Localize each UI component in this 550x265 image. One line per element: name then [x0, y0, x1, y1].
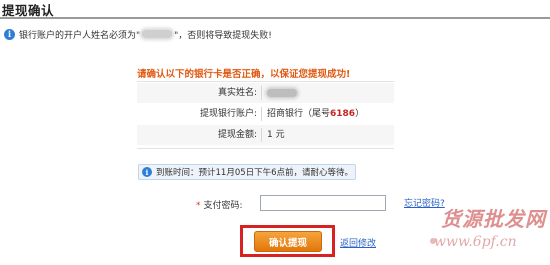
notice-text-after: "，否则将导致提现失败!	[174, 30, 272, 41]
payment-password-label: * 支付密码:	[196, 198, 243, 211]
bank-account-label: 提现银行账户:	[199, 109, 257, 119]
info-icon: i	[4, 28, 15, 40]
row-real-name: 真实姓名:	[137, 83, 394, 103]
row-divider	[261, 86, 262, 100]
name-notice: i 银行账户的开户人姓名必须为" "，否则将导致提现失败!	[4, 27, 272, 41]
real-name-value	[267, 83, 297, 103]
payment-password-text: 支付密码:	[203, 201, 243, 211]
required-mark: *	[196, 201, 201, 211]
watermark-main: 货源批发网	[441, 207, 546, 231]
row-bank-account: 提现银行账户: 招商银行（尾号6186）	[137, 104, 394, 124]
arrival-text: 到账时间：预计11月05日下午6点前，请耐心等待。	[156, 168, 354, 178]
confirm-withdraw-button[interactable]: 确认提现	[254, 231, 322, 252]
amount-value: 1 元	[267, 130, 285, 140]
bank-info-table: 真实姓名: 提现银行账户: 招商银行（尾号6186） 提现金额: 1 元	[137, 81, 394, 149]
real-name-label: 真实姓名:	[217, 88, 257, 98]
amount-label: 提现金额:	[217, 130, 257, 140]
row-divider	[261, 128, 262, 142]
payment-password-input[interactable]	[260, 195, 386, 211]
bank-close: ）	[355, 109, 365, 119]
info-icon: i	[142, 167, 152, 177]
card-tail: 6186	[330, 109, 356, 119]
watermark-url: www.6pf.cn	[434, 234, 517, 250]
redacted-name	[142, 30, 173, 38]
row-divider	[261, 107, 262, 121]
watermark: 货源批发网 www.6pf.cn	[412, 203, 550, 265]
title-divider	[0, 17, 550, 19]
row-amount: 提现金额: 1 元	[137, 125, 394, 145]
bank-account-value: 招商银行（尾号6186）	[267, 104, 364, 124]
notice-text-before: 银行账户的开户人姓名必须为"	[19, 30, 141, 41]
confirm-heading: 请确认以下的银行卡是否正确，以保证您提现成功!	[137, 69, 351, 80]
bank-name: 招商银行（尾号	[267, 109, 331, 119]
arrival-time-notice: i 到账时间：预计11月05日下午6点前，请耐心等待。	[138, 164, 356, 180]
redacted-name	[267, 88, 297, 97]
back-to-edit-link[interactable]: 返回修改	[340, 236, 376, 249]
